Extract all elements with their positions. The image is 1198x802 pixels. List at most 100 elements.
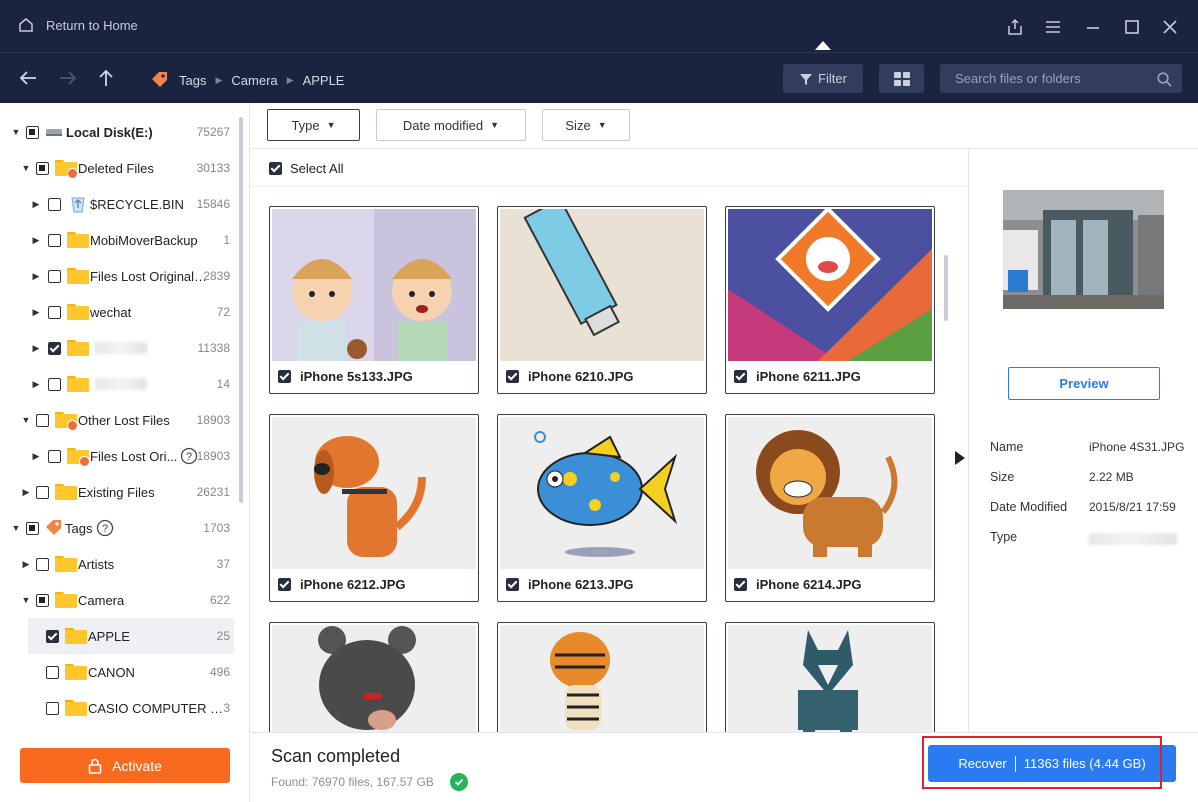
checkbox[interactable] bbox=[48, 233, 61, 247]
file-thumbnail[interactable] bbox=[728, 625, 932, 732]
checkbox[interactable] bbox=[46, 629, 59, 643]
breadcrumb-item-tags[interactable]: Tags bbox=[179, 73, 206, 88]
checkbox[interactable] bbox=[36, 161, 49, 175]
checkbox[interactable] bbox=[36, 485, 49, 499]
up-arrow-icon[interactable] bbox=[95, 67, 117, 89]
date-filter-dropdown[interactable]: Date modified ▼ bbox=[376, 109, 526, 141]
checkbox[interactable] bbox=[36, 413, 49, 427]
file-checkbox[interactable] bbox=[734, 370, 747, 383]
checkbox[interactable] bbox=[26, 125, 39, 139]
expand-toggle-icon[interactable]: ▼ bbox=[20, 594, 32, 606]
tree-item-casio[interactable]: CASIO COMPUTER CO... 3 bbox=[0, 690, 240, 726]
tree-item-recycle-bin[interactable]: ▶ $RECYCLE.BIN 15846 bbox=[0, 186, 240, 222]
expand-toggle-icon[interactable]: ▼ bbox=[10, 126, 22, 138]
expand-toggle-icon[interactable]: ▶ bbox=[30, 306, 42, 318]
expand-toggle-icon[interactable]: ▶ bbox=[30, 198, 42, 210]
file-checkbox[interactable] bbox=[278, 578, 291, 591]
tree-item-wechat[interactable]: ▶ wechat 72 bbox=[0, 294, 240, 330]
file-card[interactable]: iPhone 6212.JPG bbox=[269, 414, 479, 602]
activate-button[interactable]: Activate bbox=[20, 748, 230, 783]
tree-item-existing-files[interactable]: ▶ Existing Files 26231 bbox=[0, 474, 240, 510]
tree-item-artists[interactable]: ▶ Artists 37 bbox=[0, 546, 240, 582]
close-icon[interactable] bbox=[1160, 17, 1180, 37]
expand-toggle-icon[interactable]: ▼ bbox=[10, 522, 22, 534]
file-thumbnail[interactable] bbox=[500, 417, 704, 569]
checkbox[interactable] bbox=[48, 269, 61, 283]
expand-toggle-icon[interactable]: ▼ bbox=[20, 414, 32, 426]
file-thumbnail[interactable] bbox=[272, 417, 476, 569]
file-card[interactable]: iPhone 5s133.JPG bbox=[269, 206, 479, 394]
checkbox[interactable] bbox=[36, 593, 49, 607]
tree-item-files-lost-original[interactable]: ▶ Files Lost Original ... 2839 bbox=[0, 258, 240, 294]
expand-toggle-icon[interactable]: ▼ bbox=[20, 162, 32, 174]
back-arrow-icon[interactable] bbox=[17, 67, 39, 89]
file-checkbox[interactable] bbox=[506, 370, 519, 383]
file-checkbox[interactable] bbox=[734, 578, 747, 591]
file-checkbox[interactable] bbox=[278, 370, 291, 383]
help-icon[interactable]: ? bbox=[96, 519, 114, 537]
expand-toggle-icon[interactable]: ▶ bbox=[30, 342, 42, 354]
tree-item-mobimover[interactable]: ▶ MobiMoverBackup 1 bbox=[0, 222, 240, 258]
file-card[interactable]: iPhone 6213.JPG bbox=[497, 414, 707, 602]
file-card[interactable]: iPhone 6210.JPG bbox=[497, 206, 707, 394]
expand-toggle-icon[interactable]: ▶ bbox=[20, 486, 32, 498]
file-card[interactable] bbox=[497, 622, 707, 732]
tree-item-redacted-2[interactable]: ▶ 14 bbox=[0, 366, 240, 402]
tree-item-other-lost-files[interactable]: ▼ Other Lost Files 18903 bbox=[0, 402, 240, 438]
expand-toggle-icon[interactable]: ▶ bbox=[20, 558, 32, 570]
tree-item-local-disk[interactable]: ▼ Local Disk(E:) 75267 bbox=[0, 114, 240, 150]
checkbox[interactable] bbox=[48, 449, 61, 463]
file-thumbnail[interactable] bbox=[272, 625, 476, 732]
expand-toggle-icon[interactable]: ▶ bbox=[30, 378, 42, 390]
search-icon[interactable] bbox=[1157, 72, 1172, 87]
drive-icon bbox=[46, 129, 62, 136]
size-filter-dropdown[interactable]: Size ▼ bbox=[542, 109, 630, 141]
tree-item-tags[interactable]: ▼ Tags ? 1703 bbox=[0, 510, 240, 546]
expand-toggle-icon[interactable]: ▶ bbox=[30, 234, 42, 246]
file-checkbox[interactable] bbox=[506, 578, 519, 591]
tree-item-redacted-1[interactable]: ▶ 11338 bbox=[0, 330, 240, 366]
checkbox[interactable] bbox=[48, 197, 61, 211]
checkbox[interactable] bbox=[46, 701, 59, 715]
minimize-icon[interactable] bbox=[1083, 17, 1103, 37]
checkbox[interactable] bbox=[48, 341, 61, 355]
type-filter-dropdown[interactable]: Type ▼ bbox=[267, 109, 360, 141]
expand-toggle-icon[interactable]: ▶ bbox=[30, 450, 42, 462]
file-card[interactable]: iPhone 6211.JPG bbox=[725, 206, 935, 394]
grid-scrollbar[interactable] bbox=[944, 255, 948, 321]
file-thumbnail[interactable] bbox=[500, 209, 704, 361]
menu-icon[interactable] bbox=[1043, 17, 1063, 37]
filter-button[interactable]: Filter bbox=[783, 64, 863, 93]
checkbox[interactable] bbox=[26, 521, 39, 535]
checkbox[interactable] bbox=[36, 557, 49, 571]
tree-item-deleted-files[interactable]: ▼ Deleted Files 30133 bbox=[0, 150, 240, 186]
return-home-button[interactable]: Return to Home bbox=[18, 17, 138, 33]
file-thumbnail[interactable] bbox=[500, 625, 704, 732]
select-all-checkbox[interactable] bbox=[269, 162, 282, 175]
tree-item-apple[interactable]: APPLE 25 bbox=[28, 618, 234, 654]
share-icon[interactable] bbox=[1005, 17, 1025, 37]
tree-item-canon[interactable]: CANON 496 bbox=[0, 654, 240, 690]
tree-item-camera[interactable]: ▼ Camera 622 bbox=[0, 582, 240, 618]
file-thumbnail[interactable] bbox=[728, 417, 932, 569]
tree-item-files-lost-ori[interactable]: ▶ Files Lost Ori... ? 18903 bbox=[0, 438, 240, 474]
file-card[interactable] bbox=[725, 622, 935, 732]
file-card[interactable] bbox=[269, 622, 479, 732]
collapse-panel-icon[interactable] bbox=[955, 451, 965, 465]
grid-view-button[interactable] bbox=[879, 64, 924, 93]
checkbox[interactable] bbox=[48, 305, 61, 319]
preview-button[interactable]: Preview bbox=[1008, 367, 1160, 400]
forward-arrow-icon[interactable] bbox=[57, 67, 79, 89]
expand-toggle-icon[interactable]: ▶ bbox=[30, 270, 42, 282]
select-all[interactable]: Select All bbox=[269, 161, 343, 176]
checkbox[interactable] bbox=[48, 377, 61, 391]
file-thumbnail[interactable] bbox=[728, 209, 932, 361]
sidebar-scrollbar[interactable] bbox=[239, 117, 243, 503]
search-input[interactable] bbox=[940, 64, 1182, 93]
checkbox[interactable] bbox=[46, 665, 59, 679]
breadcrumb-item-apple[interactable]: APPLE bbox=[303, 73, 345, 88]
file-card[interactable]: iPhone 6214.JPG bbox=[725, 414, 935, 602]
file-thumbnail[interactable] bbox=[272, 209, 476, 361]
breadcrumb-item-camera[interactable]: Camera bbox=[231, 73, 277, 88]
maximize-icon[interactable] bbox=[1122, 17, 1142, 37]
